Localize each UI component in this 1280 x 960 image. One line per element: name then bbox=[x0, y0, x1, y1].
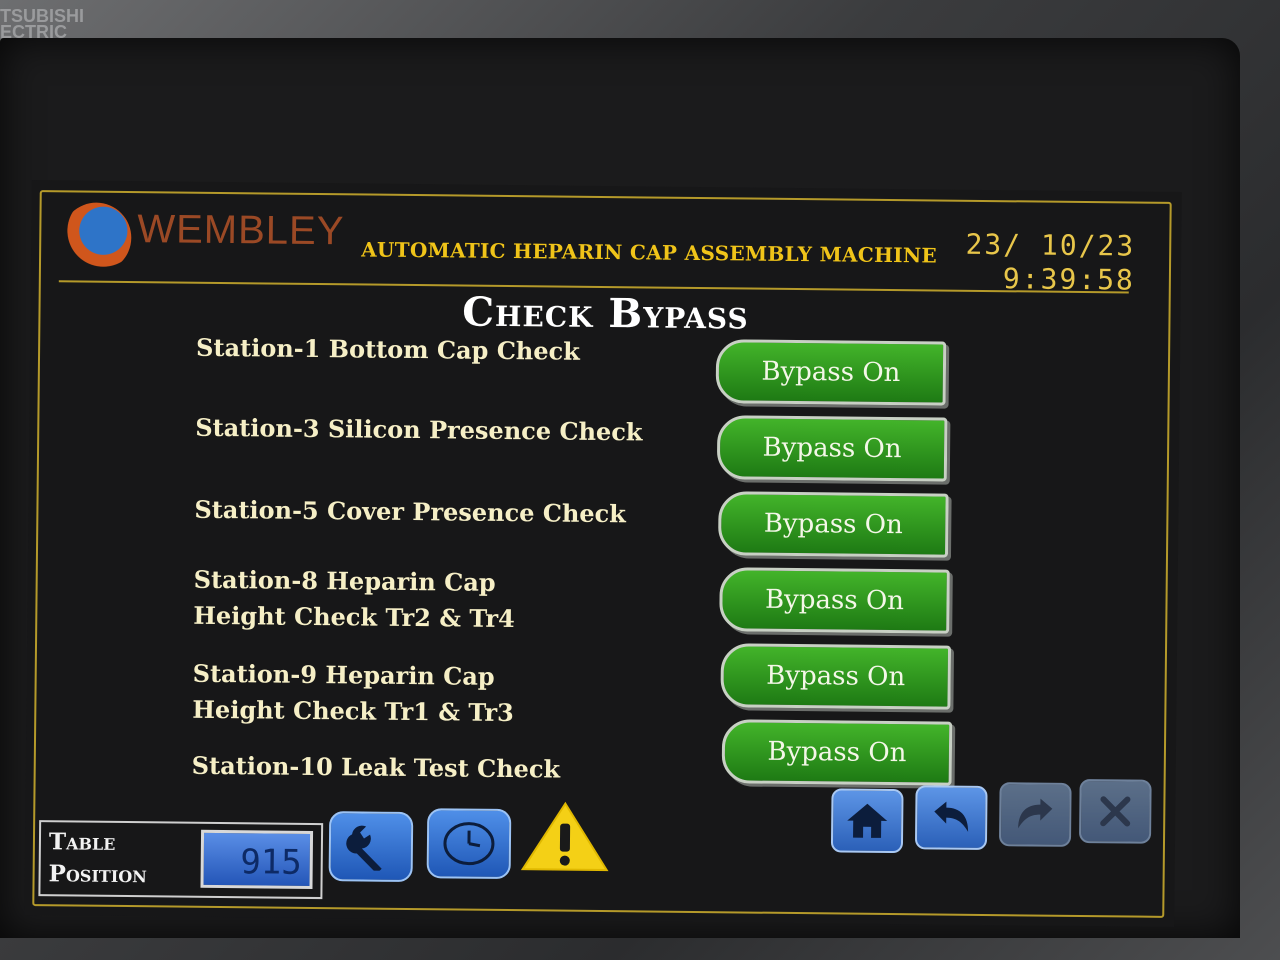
forward-button[interactable] bbox=[998, 782, 1072, 847]
station-10-bypass-button[interactable]: Bypass On bbox=[721, 719, 953, 786]
station-9-bypass-button[interactable]: Bypass On bbox=[720, 643, 952, 710]
station-5-bypass-button[interactable]: Bypass On bbox=[717, 491, 949, 558]
hmi-screen: WEMBLEY AUTOMATIC HEPARIN CAP ASSEMBLY M… bbox=[24, 179, 1182, 928]
table-position-label: Table Position bbox=[48, 828, 147, 889]
clock-button[interactable] bbox=[426, 808, 512, 880]
forward-arrow-icon bbox=[1018, 798, 1053, 829]
logo-text: WEMBLEY bbox=[137, 207, 345, 254]
wembley-logo-icon bbox=[60, 202, 132, 274]
station-1-label: Station-1 Bottom Cap Check bbox=[195, 332, 580, 366]
device-brand-text: TSUBISHI ECTRIC bbox=[0, 6, 85, 42]
station-3-label: Station-3 Silicon Presence Check bbox=[195, 412, 643, 447]
table-position-value: 915 bbox=[200, 829, 314, 889]
station-9-label: Station-9 Heparin Cap Height Check Tr1 &… bbox=[192, 658, 514, 728]
station-3-bypass-button[interactable]: Bypass On bbox=[716, 415, 948, 482]
station-1-bypass-button[interactable]: Bypass On bbox=[715, 339, 947, 406]
back-arrow-icon bbox=[934, 801, 969, 832]
warning-icon bbox=[520, 801, 609, 872]
wrench-icon bbox=[346, 825, 382, 871]
home-icon bbox=[847, 803, 888, 838]
station-8-label: Station-8 Heparin Cap Height Check Tr2 &… bbox=[193, 564, 515, 634]
date-display: 23/ 10/23 bbox=[965, 227, 1136, 263]
alarm-button[interactable] bbox=[519, 799, 612, 878]
home-button[interactable] bbox=[830, 788, 904, 854]
clock-icon bbox=[443, 822, 495, 866]
station-8-bypass-button[interactable]: Bypass On bbox=[719, 567, 950, 634]
close-icon bbox=[1100, 796, 1131, 827]
back-button[interactable] bbox=[914, 785, 988, 851]
close-button[interactable] bbox=[1078, 779, 1152, 844]
station-10-label: Station-10 Leak Test Check bbox=[191, 750, 561, 784]
station-5-label: Station-5 Cover Presence Check bbox=[194, 494, 627, 529]
table-position-panel: Table Position 915 bbox=[38, 820, 324, 900]
settings-button[interactable] bbox=[328, 811, 414, 883]
